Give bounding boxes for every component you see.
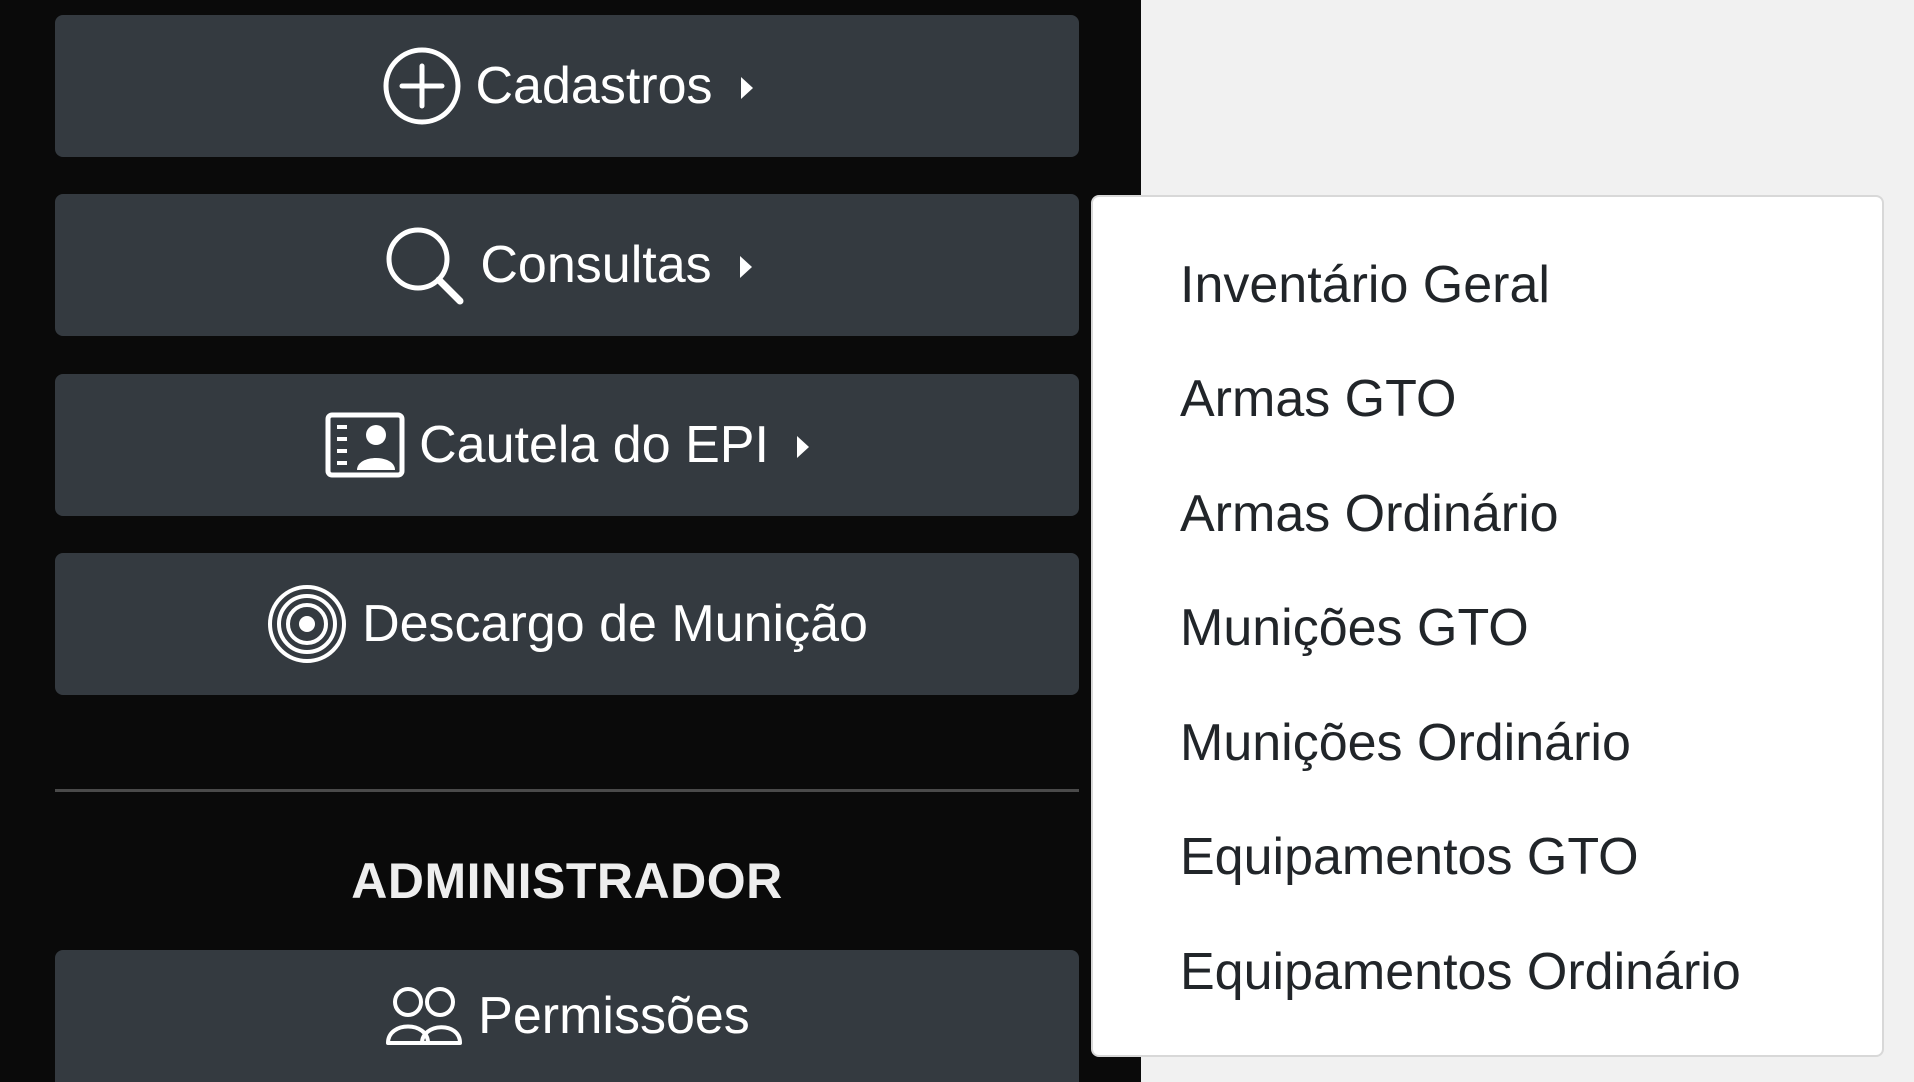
dropdown-item-inventario-geral[interactable]: Inventário Geral [1180, 255, 1550, 315]
admin-section-title: ADMINISTRADOR [351, 853, 783, 909]
target-icon [266, 583, 348, 665]
dropdown-item-municoes-gto[interactable]: Munições GTO [1180, 598, 1529, 658]
dropdown-item-equipamentos-gto[interactable]: Equipamentos GTO [1180, 827, 1639, 887]
cadastros-button[interactable]: Cadastros [55, 15, 1079, 157]
caret-right-icon [739, 256, 752, 278]
search-icon [382, 223, 466, 307]
permissoes-label: Permissões [478, 987, 750, 1045]
cautela-epi-button[interactable]: Cautela do EPI [55, 374, 1079, 516]
person-card-icon [325, 412, 405, 478]
consultas-button[interactable]: Consultas [55, 194, 1079, 336]
dropdown-item-armas-ordinario[interactable]: Armas Ordinário [1180, 484, 1559, 544]
cautela-epi-label: Cautela do EPI [419, 416, 769, 474]
dropdown-item-armas-gto[interactable]: Armas GTO [1180, 369, 1456, 429]
caret-right-icon [796, 436, 809, 458]
dropdown-item-equipamentos-ordinario[interactable]: Equipamentos Ordinário [1180, 942, 1741, 1002]
sidebar: Cadastros Consultas Cautela do EPI Desca… [0, 0, 1141, 1082]
consultas-label: Consultas [480, 236, 712, 294]
caret-right-icon [740, 77, 753, 99]
dropdown-item-municoes-ordinario[interactable]: Munições Ordinário [1180, 713, 1631, 773]
people-icon [384, 985, 464, 1047]
sidebar-divider [55, 789, 1079, 792]
permissoes-button[interactable]: Permissões [55, 950, 1079, 1082]
plus-circle-icon [382, 46, 462, 126]
descargo-municao-button[interactable]: Descargo de Munição [55, 553, 1079, 695]
consultas-dropdown-menu: Inventário Geral Armas GTO Armas Ordinár… [1091, 195, 1884, 1057]
cadastros-label: Cadastros [475, 57, 713, 115]
descargo-municao-label: Descargo de Munição [362, 595, 868, 653]
